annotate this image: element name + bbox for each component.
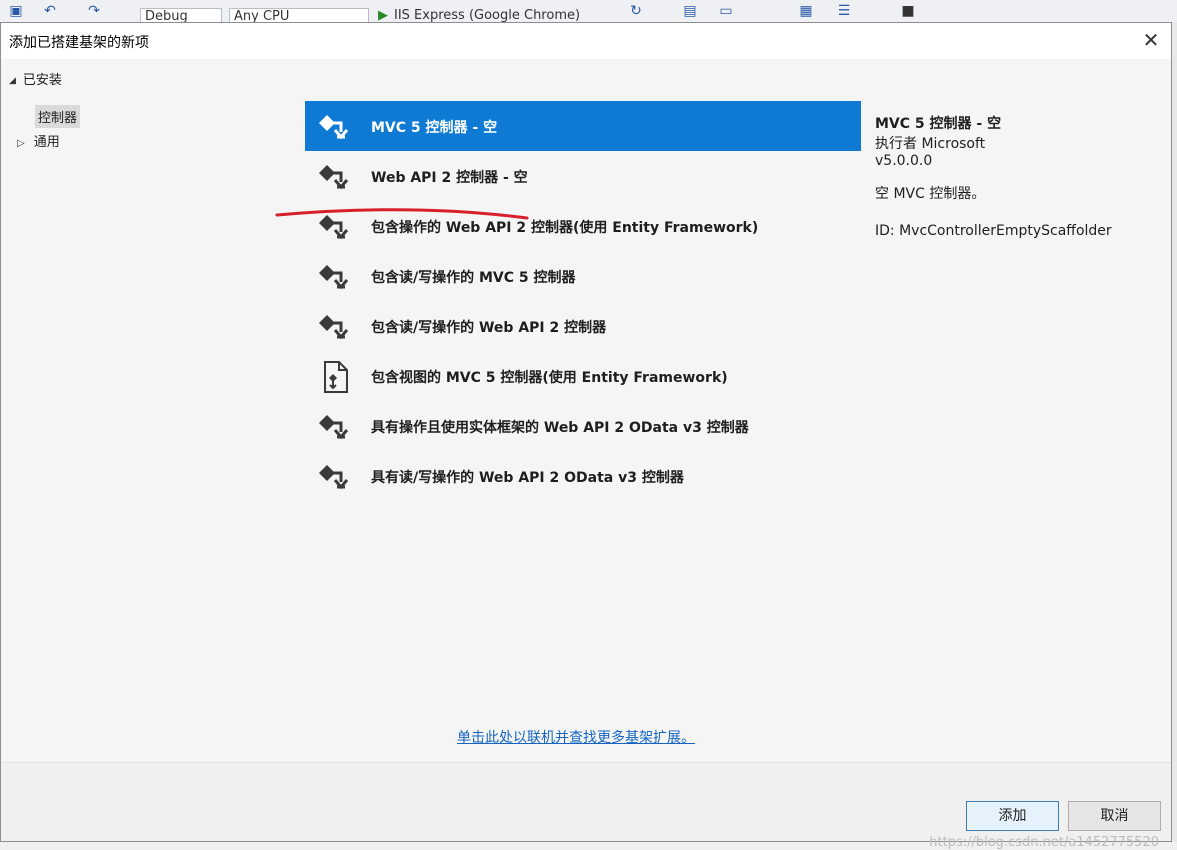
description-name: MVC 5 控制器 - 空 [875, 116, 1002, 132]
scaffold-item[interactable]: 包含读/写操作的 Web API 2 控制器 [305, 301, 861, 351]
dialog-body: ◢ 已安装 控制器 ▷ 通用 MVC 5 控制器 - 空 Web API 2 控制器 … [1, 59, 1171, 762]
scaffold-item[interactable]: Web API 2 控制器 - 空 [305, 151, 861, 201]
description-version: v5.0.0.0 [875, 153, 933, 169]
scaffold-list: MVC 5 控制器 - 空 Web API 2 控制器 - 空包含操作的 Web … [305, 101, 863, 712]
close-icon[interactable]: ✕ [1139, 28, 1163, 52]
redo-icon[interactable]: ↷ [86, 3, 102, 19]
scaffold-item-label: Web API 2 控制器 - 空 [371, 170, 528, 186]
dialog-title: 添加已搭建基架的新项 [9, 35, 149, 51]
watermark-text: https://blog.csdn.net/a1452775520 [929, 835, 1159, 850]
list-icon[interactable]: ☰ [836, 3, 852, 19]
add-button[interactable]: 添加 [966, 801, 1059, 831]
scaffold-item-label: 具有读/写操作的 Web API 2 OData v3 控制器 [371, 470, 684, 486]
scaffold-item-label: 包含视图的 MVC 5 控制器(使用 Entity Framework) [371, 370, 728, 386]
online-extensions-link[interactable]: 单击此处以联机并查找更多基架扩展。 [457, 727, 695, 747]
scaffold-item-label: 包含操作的 Web API 2 控制器(使用 Entity Framework) [371, 220, 759, 236]
scaffold-item[interactable]: 包含读/写操作的 MVC 5 控制器 [305, 251, 861, 301]
scaffold-item-label: 具有操作且使用实体框架的 Web API 2 OData v3 控制器 [371, 420, 749, 436]
run-target-label: IIS Express (Google Chrome) [394, 8, 581, 23]
scaffold-item[interactable]: 包含视图的 MVC 5 控制器(使用 Entity Framework) [305, 351, 861, 401]
scaffold-item[interactable]: 具有读/写操作的 Web API 2 OData v3 控制器 [305, 451, 861, 501]
refresh-icon[interactable]: ↻ [628, 3, 644, 19]
toolbar-icon[interactable]: ▦ [798, 3, 814, 19]
scaffold-item-label: 包含读/写操作的 MVC 5 控制器 [371, 270, 576, 286]
tree-general-label: 通用 [33, 135, 60, 150]
window-icon[interactable]: ▭ [718, 3, 734, 19]
document-controller-icon [317, 360, 353, 394]
configuration-combo[interactable]: Debug [140, 8, 222, 22]
undo-icon[interactable]: ↶ [42, 3, 58, 19]
controller-icon [317, 110, 353, 144]
controller-icon [317, 210, 353, 244]
tree-node-installed[interactable]: ◢ 已安装 [9, 69, 62, 88]
description-author: 执行者 Microsoft [875, 136, 986, 152]
cancel-button[interactable]: 取消 [1068, 801, 1161, 831]
description-id: ID: MvcControllerEmptyScaffolder [875, 223, 1112, 239]
expand-triangle-icon[interactable]: ▷ [17, 138, 25, 149]
controller-icon [317, 160, 353, 194]
collapse-triangle-icon[interactable]: ◢ [9, 76, 16, 86]
platform-combo[interactable]: Any CPU [229, 8, 369, 22]
run-button[interactable]: ▶ IIS Express (Google Chrome) [378, 8, 581, 23]
scaffold-item-label: MVC 5 控制器 - 空 [371, 120, 498, 136]
dialog-titlebar: 添加已搭建基架的新项 ✕ [1, 23, 1171, 59]
scaffold-item[interactable]: 包含操作的 Web API 2 控制器(使用 Entity Framework) [305, 201, 861, 251]
stop-icon[interactable]: ■ [900, 3, 916, 19]
scaffold-item[interactable]: MVC 5 控制器 - 空 [305, 101, 861, 151]
ide-toolbar: ▣ ↶ ↷ Debug Any CPU ▶ IIS Express (Google… [0, 0, 1177, 23]
folder-icon[interactable]: ▤ [682, 3, 698, 19]
controller-icon [317, 310, 353, 344]
scaffold-item-label: 包含读/写操作的 Web API 2 控制器 [371, 320, 607, 336]
tree-node-general[interactable]: ▷ 通用 [17, 131, 60, 150]
controller-icon [317, 410, 353, 444]
description-summary: 空 MVC 控制器。 [875, 186, 986, 202]
controller-icon [317, 460, 353, 494]
scaffold-item[interactable]: 具有操作且使用实体框架的 Web API 2 OData v3 控制器 [305, 401, 861, 451]
tree-node-controller[interactable]: 控制器 [35, 105, 81, 128]
tree-installed-label: 已安装 [22, 73, 62, 88]
controller-icon [317, 260, 353, 294]
add-scaffold-dialog: 添加已搭建基架的新项 ✕ ◢ 已安装 控制器 ▷ 通用 MVC 5 控制器 - 空 W… [0, 22, 1172, 850]
save-icon[interactable]: ▣ [8, 3, 24, 19]
